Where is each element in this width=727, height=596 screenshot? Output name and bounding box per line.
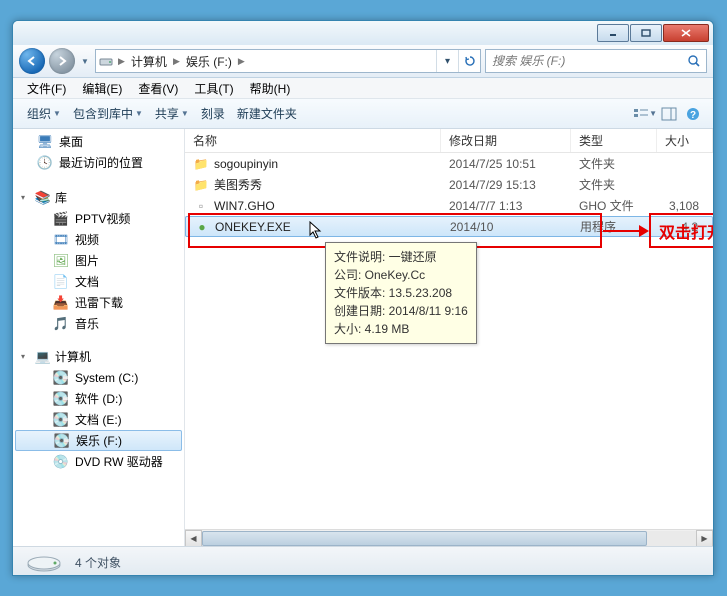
forward-button[interactable] bbox=[49, 48, 75, 74]
nav-history-dropdown[interactable]: ▼ bbox=[79, 57, 91, 66]
folder-icon: 📁 bbox=[193, 156, 209, 172]
burn-button[interactable]: 刻录 bbox=[195, 102, 231, 125]
column-headers: 名称 修改日期 类型 大小 bbox=[185, 129, 713, 153]
column-type[interactable]: 类型 bbox=[571, 129, 657, 152]
breadcrumb-computer[interactable]: 计算机 bbox=[129, 53, 169, 70]
address-bar[interactable]: ▶ 计算机 ▶ 娱乐 (F:) ▶ ▾ bbox=[95, 49, 481, 73]
search-icon[interactable] bbox=[682, 50, 706, 72]
menu-edit[interactable]: 编辑(E) bbox=[74, 78, 130, 99]
annotation-arrow bbox=[603, 227, 649, 235]
column-name[interactable]: 名称 bbox=[185, 129, 441, 152]
sidebar-computer[interactable]: ▾💻计算机 bbox=[13, 346, 184, 367]
sidebar-dvd[interactable]: 💿DVD RW 驱动器 bbox=[13, 451, 184, 472]
breadcrumb-drive[interactable]: 娱乐 (F:) bbox=[184, 53, 234, 70]
status-count: 4 个对象 bbox=[75, 554, 121, 571]
sidebar-drive-d[interactable]: 💽软件 (D:) bbox=[13, 388, 184, 409]
organize-button[interactable]: 组织▼ bbox=[21, 102, 67, 125]
file-icon: ▫ bbox=[193, 198, 209, 214]
menu-help[interactable]: 帮助(H) bbox=[242, 78, 299, 99]
horizontal-scrollbar[interactable]: ◀ ▶ bbox=[185, 529, 713, 546]
titlebar bbox=[13, 21, 713, 45]
sidebar-drive-f[interactable]: 💽娱乐 (F:) bbox=[15, 430, 182, 451]
share-button[interactable]: 共享▼ bbox=[149, 102, 195, 125]
refresh-button[interactable] bbox=[458, 50, 480, 72]
folder-icon: 📁 bbox=[193, 177, 209, 193]
sidebar-recent[interactable]: 🕓最近访问的位置 bbox=[13, 152, 184, 173]
navigation-pane[interactable]: 🖥桌面 🕓最近访问的位置 ▾📚库 🎬PPTV视频 🎞视频 🖼图片 📄文档 📥迅雷… bbox=[13, 129, 185, 546]
drive-icon bbox=[96, 55, 116, 67]
sidebar-lib-pptv[interactable]: 🎬PPTV视频 bbox=[13, 208, 184, 229]
address-path: ▶ 计算机 ▶ 娱乐 (F:) ▶ bbox=[116, 53, 436, 70]
file-row[interactable]: ▫WIN7.GHO 2014/7/7 1:13 GHO 文件 3,108 bbox=[185, 195, 713, 216]
view-mode-button[interactable]: ▼ bbox=[633, 107, 657, 121]
minimize-button[interactable] bbox=[597, 24, 629, 42]
scroll-left-button[interactable]: ◀ bbox=[185, 530, 202, 547]
scroll-right-button[interactable]: ▶ bbox=[696, 530, 713, 547]
menu-bar: 文件(F) 编辑(E) 查看(V) 工具(T) 帮助(H) bbox=[13, 78, 713, 99]
back-button[interactable] bbox=[19, 48, 45, 74]
sidebar-lib-music[interactable]: 🎵音乐 bbox=[13, 313, 184, 334]
close-button[interactable] bbox=[663, 24, 709, 42]
sidebar-lib-pictures[interactable]: 🖼图片 bbox=[13, 250, 184, 271]
sidebar-desktop[interactable]: 🖥桌面 bbox=[13, 131, 184, 152]
explorer-window: ▼ ▶ 计算机 ▶ 娱乐 (F:) ▶ ▾ 文件(F) bbox=[12, 20, 714, 576]
file-tooltip: 文件说明: 一键还原 公司: OneKey.Cc 文件版本: 13.5.23.2… bbox=[325, 242, 477, 344]
file-row[interactable]: 📁美图秀秀 2014/7/29 15:13 文件夹 bbox=[185, 174, 713, 195]
menu-tools[interactable]: 工具(T) bbox=[186, 78, 241, 99]
sidebar-lib-thunder[interactable]: 📥迅雷下载 bbox=[13, 292, 184, 313]
sidebar-libraries[interactable]: ▾📚库 bbox=[13, 187, 184, 208]
exe-icon: ● bbox=[194, 219, 210, 235]
search-input[interactable] bbox=[486, 54, 682, 68]
search-box[interactable] bbox=[485, 49, 707, 73]
sidebar-lib-video[interactable]: 🎞视频 bbox=[13, 229, 184, 250]
address-dropdown[interactable]: ▾ bbox=[436, 50, 458, 72]
include-in-library-button[interactable]: 包含到库中▼ bbox=[67, 102, 149, 125]
column-date[interactable]: 修改日期 bbox=[441, 129, 571, 152]
sidebar-drive-e[interactable]: 💽文档 (E:) bbox=[13, 409, 184, 430]
status-bar: 4 个对象 bbox=[13, 546, 713, 576]
scroll-thumb[interactable] bbox=[202, 531, 647, 546]
navigation-bar: ▼ ▶ 计算机 ▶ 娱乐 (F:) ▶ ▾ bbox=[13, 45, 713, 78]
drive-large-icon bbox=[25, 550, 63, 574]
scroll-track[interactable] bbox=[202, 531, 696, 546]
menu-view[interactable]: 查看(V) bbox=[130, 78, 186, 99]
new-folder-button[interactable]: 新建文件夹 bbox=[231, 102, 303, 125]
help-button[interactable]: ? bbox=[681, 107, 705, 121]
file-list: 名称 修改日期 类型 大小 📁sogoupinyin 2014/7/25 10:… bbox=[185, 129, 713, 546]
command-bar: 组织▼ 包含到库中▼ 共享▼ 刻录 新建文件夹 ▼ ? bbox=[13, 99, 713, 129]
column-size[interactable]: 大小 bbox=[657, 129, 713, 152]
main-area: 🖥桌面 🕓最近访问的位置 ▾📚库 🎬PPTV视频 🎞视频 🖼图片 📄文档 📥迅雷… bbox=[13, 129, 713, 546]
annotation-callout: 双击打开 bbox=[649, 213, 713, 248]
file-row[interactable]: 📁sogoupinyin 2014/7/25 10:51 文件夹 bbox=[185, 153, 713, 174]
menu-file[interactable]: 文件(F) bbox=[19, 78, 74, 99]
sidebar-drive-c[interactable]: 💽System (C:) bbox=[13, 367, 184, 388]
svg-text:?: ? bbox=[690, 110, 696, 121]
sidebar-lib-documents[interactable]: 📄文档 bbox=[13, 271, 184, 292]
maximize-button[interactable] bbox=[630, 24, 662, 42]
preview-pane-button[interactable] bbox=[657, 107, 681, 121]
